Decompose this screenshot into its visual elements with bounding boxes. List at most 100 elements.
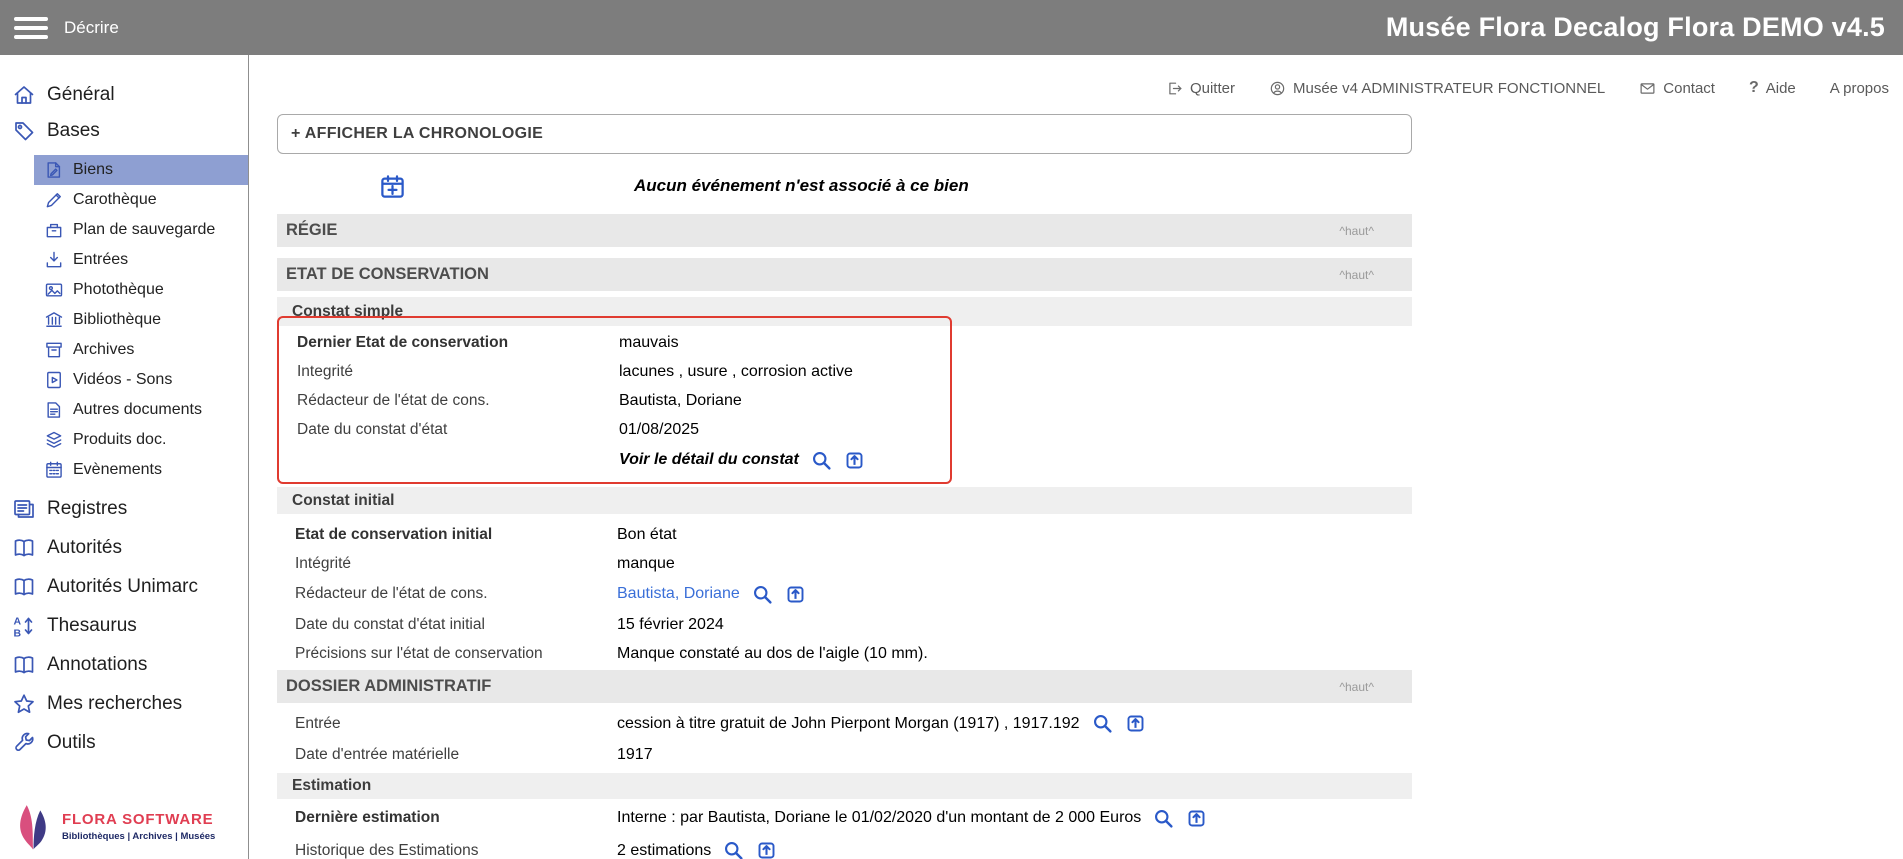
back-to-top-link[interactable]: ^haut^ xyxy=(1339,680,1374,694)
sidebar-item-videos-sons[interactable]: Vidéos - Sons xyxy=(34,365,248,395)
sidebar-item-label: Thesaurus xyxy=(47,615,137,637)
open-record-icon[interactable] xyxy=(785,584,806,605)
subsection-title: Constat initial xyxy=(292,492,394,510)
exit-icon xyxy=(1166,80,1183,97)
open-record-icon[interactable] xyxy=(1186,808,1207,829)
redacteur-link[interactable]: Bautista, Doriane xyxy=(617,585,740,603)
sidebar-item-annotations[interactable]: Annotations xyxy=(0,645,248,684)
user-account[interactable]: Musée v4 ADMINISTRATEUR FONCTIONNEL xyxy=(1269,80,1605,97)
sidebar-item-label: Biens xyxy=(73,161,113,179)
sidebar-item-carotheque[interactable]: Carothèque xyxy=(34,185,248,215)
svg-text:B: B xyxy=(14,627,22,638)
chronologie-empty-row: Aucun événement n'est associé à ce bien xyxy=(277,162,1412,210)
sidebar-item-label: Bibliothèque xyxy=(73,311,161,329)
sidebar-item-label: Produits doc. xyxy=(73,431,166,449)
sidebar-item-bibliotheque[interactable]: Bibliothèque xyxy=(34,305,248,335)
sidebar-item-phototheque[interactable]: Photothèque xyxy=(34,275,248,305)
section-title: DOSSIER ADMINISTRATIF xyxy=(286,677,491,696)
main-content: Quitter Musée v4 ADMINISTRATEUR FONCTION… xyxy=(249,55,1903,859)
field-row: Date du constat d'état initial 15 févrie… xyxy=(277,610,1412,639)
quitter-button[interactable]: Quitter xyxy=(1166,80,1235,97)
logo-brand-text: FLORA SOFTWARE xyxy=(62,811,215,828)
mail-icon xyxy=(1639,80,1656,97)
sidebar-item-label: Archives xyxy=(73,341,134,359)
record-detail: + AFFICHER LA CHRONOLOGIE Aucun événemen… xyxy=(277,114,1412,859)
field-value: 01/08/2025 xyxy=(619,421,699,439)
search-icon[interactable] xyxy=(1153,808,1174,829)
sidebar-item-evenements[interactable]: Evènements xyxy=(34,455,248,485)
layers-icon xyxy=(44,430,64,450)
sidebar-item-entrees[interactable]: Entrées xyxy=(34,245,248,275)
section-etat-de-conservation: ETAT DE CONSERVATION ^haut^ xyxy=(277,258,1412,291)
open-record-icon[interactable] xyxy=(1125,713,1146,734)
field-value: 15 février 2024 xyxy=(617,616,724,634)
back-to-top-link[interactable]: ^haut^ xyxy=(1339,268,1374,282)
sidebar-item-plan-de-sauvegarde[interactable]: Plan de sauvegarde xyxy=(34,215,248,245)
field-row: Dernier Etat de conservation mauvais xyxy=(279,328,950,357)
sidebar-item-autorites-unimarc[interactable]: Autorités Unimarc xyxy=(0,567,248,606)
aide-button[interactable]: ? Aide xyxy=(1749,79,1796,97)
field-row: Etat de conservation initial Bon état xyxy=(277,520,1412,549)
sidebar-item-mes-recherches[interactable]: Mes recherches xyxy=(0,684,248,723)
field-value: mauvais xyxy=(619,334,679,352)
document-pen-icon xyxy=(44,160,64,180)
section-dossier-administratif: DOSSIER ADMINISTRATIF ^haut^ xyxy=(277,670,1412,703)
sidebar-item-label: Plan de sauvegarde xyxy=(73,221,215,239)
registers-icon xyxy=(12,497,36,521)
question-mark-icon: ? xyxy=(1749,79,1759,97)
topbar: Décrire Musée Flora Decalog Flora DEMO v… xyxy=(0,0,1903,55)
sidebar-item-autres-documents[interactable]: Autres documents xyxy=(34,395,248,425)
contact-button[interactable]: Contact xyxy=(1639,80,1715,97)
chronologie-toggle[interactable]: + AFFICHER LA CHRONOLOGIE xyxy=(277,114,1412,154)
field-row: Précisions sur l'état de conservation Ma… xyxy=(277,639,1412,668)
sidebar-item-biens[interactable]: Biens xyxy=(34,155,248,185)
open-record-icon[interactable] xyxy=(844,450,865,471)
field-value: lacunes , usure , corrosion active xyxy=(619,363,853,381)
calendar-add-icon[interactable] xyxy=(379,173,406,200)
sidebar-item-archives[interactable]: Archives xyxy=(34,335,248,365)
apropos-label: A propos xyxy=(1830,80,1889,97)
detail-link-label: Voir le détail du constat xyxy=(619,451,799,469)
field-label: Intégrité xyxy=(295,555,617,573)
field-label: Rédacteur de l'état de cons. xyxy=(295,585,617,603)
search-icon[interactable] xyxy=(1092,713,1113,734)
subsection-title: Estimation xyxy=(292,777,371,795)
sidebar-item-autorites[interactable]: Autorités xyxy=(0,528,248,567)
tag-icon xyxy=(12,119,36,143)
field-row: Intégrité manque xyxy=(277,549,1412,578)
flora-logo: FLORA SOFTWARE Bibliothèques | Archives … xyxy=(12,801,215,851)
subsection-estimation: Estimation xyxy=(277,773,1412,799)
field-value: Bautista, Doriane xyxy=(619,392,742,410)
apropos-button[interactable]: A propos xyxy=(1830,80,1889,97)
menu-icon[interactable] xyxy=(14,12,48,44)
search-icon[interactable] xyxy=(811,450,832,471)
sidebar-item-thesaurus[interactable]: AB Thesaurus xyxy=(0,606,248,645)
field-label: Précisions sur l'état de conservation xyxy=(295,645,617,663)
open-book-icon xyxy=(12,575,36,599)
search-icon[interactable] xyxy=(752,584,773,605)
field-label: Date d'entrée matérielle xyxy=(295,746,617,764)
chronologie-toggle-label: + AFFICHER LA CHRONOLOGIE xyxy=(291,125,543,143)
sidebar-item-label: Entrées xyxy=(73,251,128,269)
sidebar-item-label: Registres xyxy=(47,498,127,520)
topbar-menu-label[interactable]: Décrire xyxy=(64,18,119,38)
search-icon[interactable] xyxy=(723,840,744,859)
field-label: Entrée xyxy=(295,715,617,733)
section-title: ETAT DE CONSERVATION xyxy=(286,265,489,284)
open-record-icon[interactable] xyxy=(756,840,777,859)
field-value: Bautista, Doriane xyxy=(617,584,806,605)
sidebar-item-general[interactable]: Général xyxy=(0,77,248,113)
sidebar: Général Bases Biens Carothèque Plan de s… xyxy=(0,55,249,859)
user-label: Musée v4 ADMINISTRATEUR FONCTIONNEL xyxy=(1293,80,1605,97)
field-label: Date du constat d'état initial xyxy=(295,616,617,634)
field-value: cession à titre gratuit de John Pierpont… xyxy=(617,713,1146,734)
document-icon xyxy=(44,400,64,420)
probe-icon xyxy=(44,190,64,210)
sidebar-item-produits-doc[interactable]: Produits doc. xyxy=(34,425,248,455)
calendar-grid-icon xyxy=(44,460,64,480)
quitter-label: Quitter xyxy=(1190,80,1235,97)
back-to-top-link[interactable]: ^haut^ xyxy=(1339,224,1374,238)
sidebar-item-outils[interactable]: Outils xyxy=(0,723,248,762)
sidebar-item-registres[interactable]: Registres xyxy=(0,489,248,528)
sidebar-item-bases[interactable]: Bases xyxy=(0,113,248,149)
